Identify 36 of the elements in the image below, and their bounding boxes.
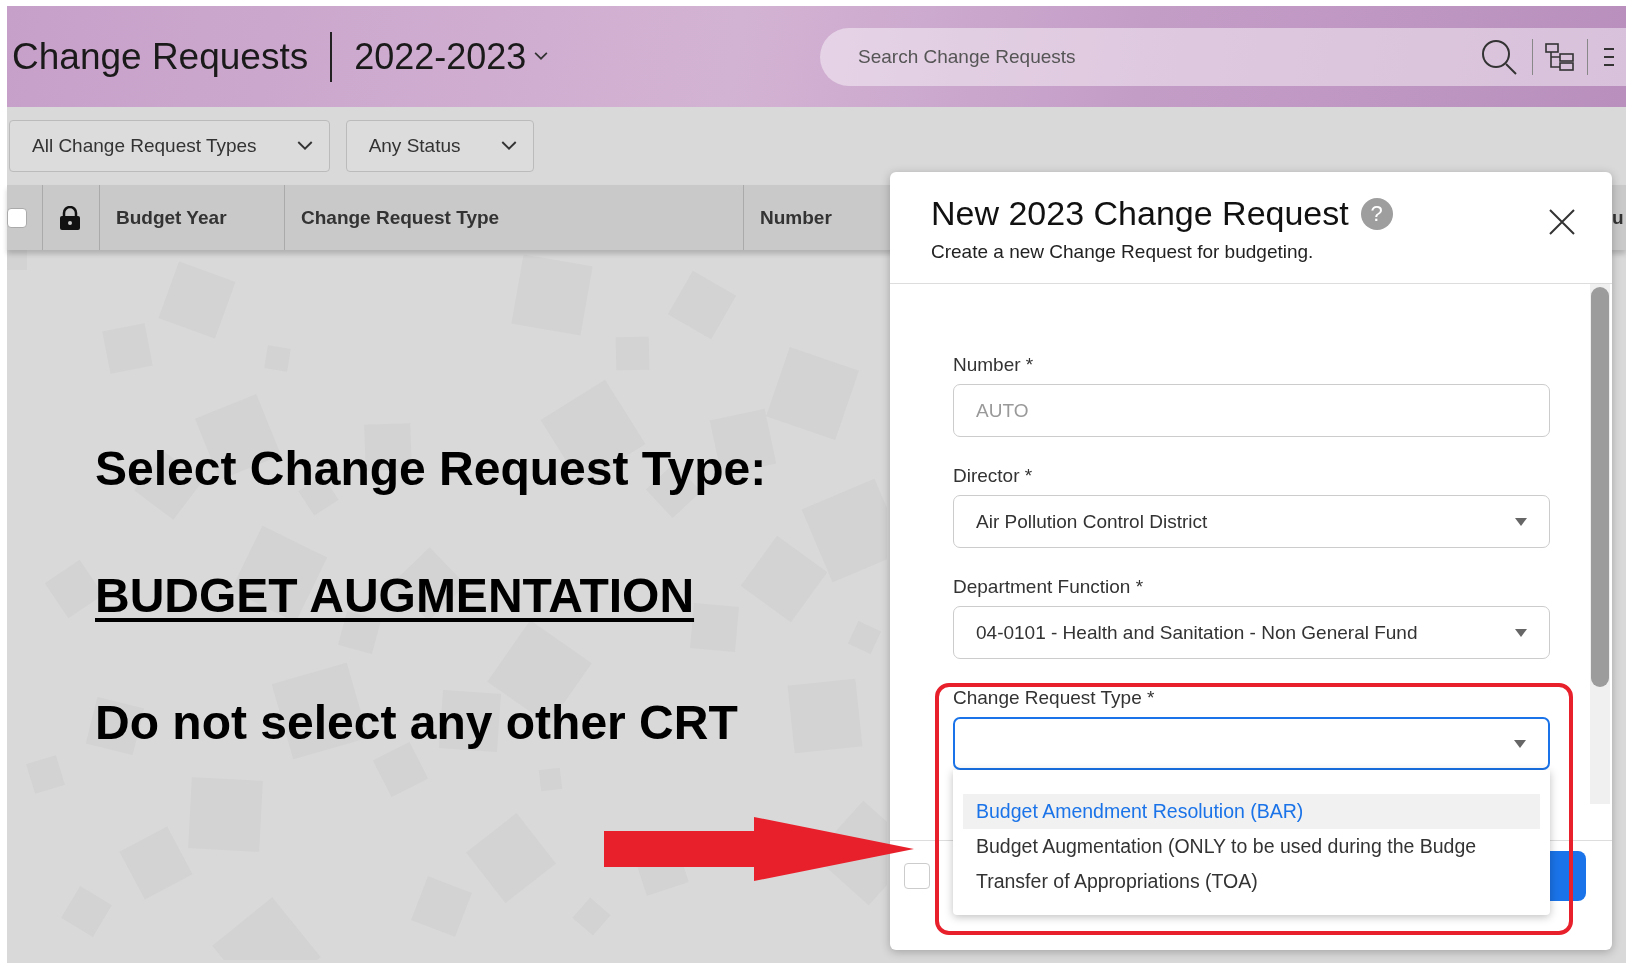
- dialog-title: New 2023 Change Request: [931, 194, 1349, 233]
- chevron-down-icon: [500, 141, 517, 151]
- field-label: Change Request Type *: [953, 687, 1155, 709]
- field-label: Number *: [953, 354, 1034, 376]
- dropdown-option[interactable]: Transfer of Appropriations (TOA): [963, 864, 1540, 899]
- instruction-text: BUDGET AUGMENTATION: [95, 568, 695, 623]
- column-header[interactable]: Budget Year: [116, 206, 227, 229]
- select-field[interactable]: Air Pollution Control District: [953, 495, 1550, 548]
- lock-icon: [59, 205, 81, 230]
- filter-dropdown[interactable]: Any Status: [345, 120, 534, 172]
- chevron-down-icon: [296, 141, 313, 151]
- dropdown-option[interactable]: Budget Amendment Resolution (BAR): [963, 794, 1540, 829]
- caret-icon: [1514, 739, 1526, 748]
- field-label: Department Function *: [953, 576, 1144, 598]
- column-header[interactable]: Number: [760, 206, 832, 229]
- chevron-down-icon: [534, 52, 549, 61]
- column-header[interactable]: Change Request Type: [301, 206, 500, 229]
- dropdown-option[interactable]: Budget Augmentation (ONLY to be used during the Budge: [963, 829, 1540, 864]
- dialog-subtitle: Create a new Change Request for budgeting.: [931, 241, 1315, 263]
- search-field[interactable]: Search Change Requests: [820, 27, 1626, 86]
- scrollbar[interactable]: [1590, 284, 1610, 804]
- year-selector[interactable]: 2022-2023: [354, 35, 549, 78]
- column-header[interactable]: u: [1612, 206, 1624, 229]
- search-input[interactable]: Search Change Requests: [856, 44, 1468, 69]
- caret-icon: [1515, 517, 1527, 526]
- checkbox[interactable]: [904, 862, 930, 889]
- input-field[interactable]: AUTO: [953, 384, 1550, 437]
- filter-dropdown[interactable]: All Change Request Types: [9, 120, 330, 172]
- caret-icon: [1515, 628, 1527, 637]
- select-field[interactable]: 04-0101 - Health and Sanitation - Non General Fund: [953, 606, 1550, 659]
- page-title: Change Requests: [12, 35, 309, 78]
- instruction-text: Do not select any other CRT: [95, 695, 738, 750]
- instruction-text: Select Change Request Type:: [95, 441, 767, 496]
- select-all-checkbox[interactable]: [7, 207, 27, 228]
- field-label: Director *: [953, 465, 1033, 487]
- select-field[interactable]: [953, 717, 1550, 770]
